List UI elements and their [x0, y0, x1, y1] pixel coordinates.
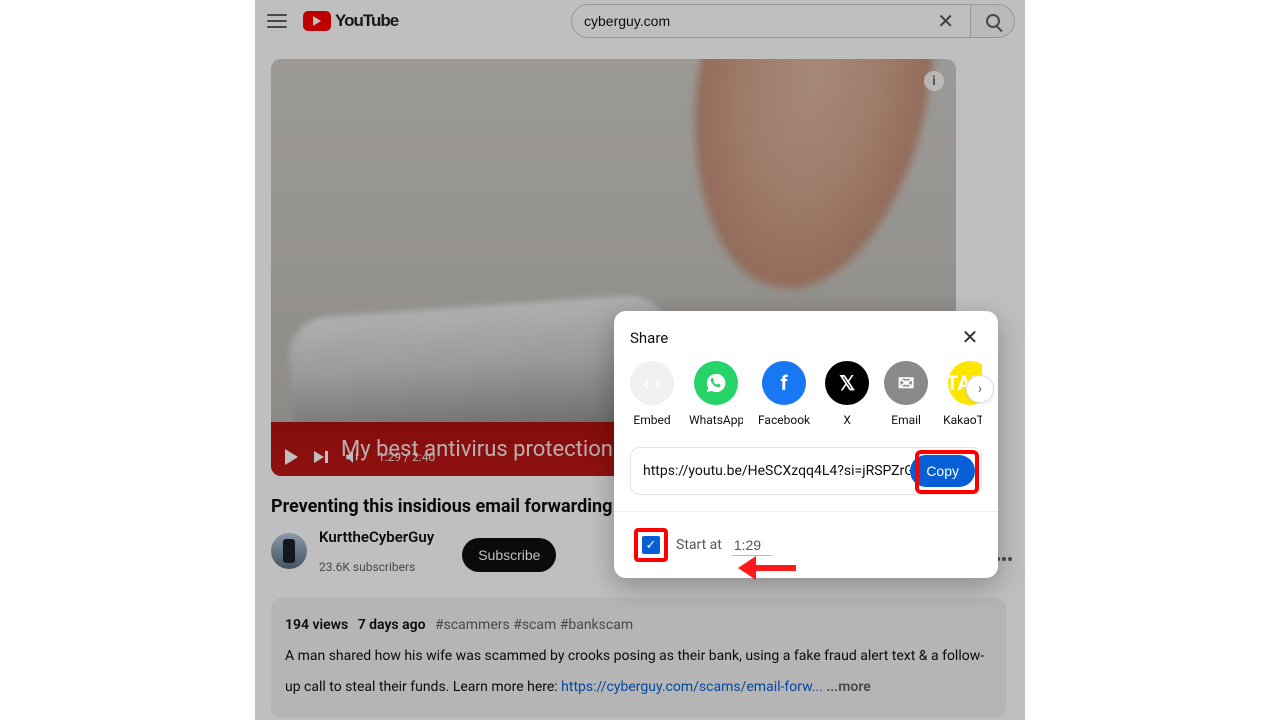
search-button[interactable] [971, 4, 1015, 38]
start-at-label: Start at [676, 537, 722, 553]
share-target-whatsapp[interactable]: WhatsApp [689, 361, 743, 427]
share-label-x: X [843, 413, 851, 427]
x-icon: 𝕏 [825, 361, 869, 405]
close-dialog-button[interactable]: ✕ [954, 321, 986, 353]
video-description[interactable]: 194 views 7 days ago #scammers #scam #ba… [271, 598, 1006, 718]
share-dialog: ✕ Share ‹ › Embed WhatsApp f Facebook 𝕏 … [614, 311, 998, 578]
info-card-icon[interactable]: i [924, 71, 944, 91]
subscribe-button[interactable]: Subscribe [462, 538, 556, 572]
channel-name[interactable]: KurttheCyberGuy [319, 528, 434, 546]
share-label-email: Email [891, 413, 921, 427]
next-icon[interactable] [314, 451, 328, 463]
search-region: ✕ [571, 4, 1015, 38]
whatsapp-icon [694, 361, 738, 405]
email-icon: ✉ [884, 361, 928, 405]
player-controls: 1:29 / 2:40 [271, 438, 449, 476]
share-label-whatsapp: WhatsApp [689, 413, 743, 427]
embed-icon: ‹ › [630, 361, 674, 405]
clear-search-icon[interactable]: ✕ [933, 9, 958, 33]
youtube-play-icon [303, 11, 331, 31]
share-label-facebook: Facebook [758, 413, 810, 427]
start-at-checkbox[interactable]: ✓ [642, 536, 660, 554]
youtube-logo[interactable]: YouTube [303, 11, 398, 31]
share-label-kakao: KakaoTalk [943, 413, 982, 427]
hashtags[interactable]: #scammers #scam #bankscam [435, 617, 633, 633]
upload-age: 7 days ago [358, 617, 426, 633]
share-target-list: ‹ › Embed WhatsApp f Facebook 𝕏 X ✉ Emai… [630, 361, 982, 433]
share-label-embed: Embed [633, 413, 670, 427]
show-more-button[interactable]: ...more [826, 679, 870, 695]
menu-icon[interactable] [265, 9, 289, 33]
share-scroll-next-button[interactable]: › [966, 375, 994, 403]
facebook-icon: f [762, 361, 806, 405]
youtube-wordmark: YouTube [335, 11, 398, 31]
divider [614, 511, 998, 512]
share-dialog-title: Share [630, 329, 982, 347]
search-box[interactable]: ✕ [571, 4, 971, 38]
share-url-text[interactable]: https://youtu.be/HeSCXzqq4L4?si=jRSPZrG_ [643, 463, 910, 479]
share-target-email[interactable]: ✉ Email [884, 361, 928, 427]
channel-avatar[interactable] [271, 533, 307, 569]
channel-row: KurttheCyberGuy 23.6K subscribers Subscr… [271, 528, 556, 574]
view-count: 194 views [285, 617, 348, 633]
copy-button[interactable]: Copy [910, 455, 975, 487]
description-link[interactable]: https://cyberguy.com/scams/email-forw... [561, 679, 823, 695]
search-input[interactable] [584, 13, 933, 29]
channel-subscriber-count: 23.6K subscribers [319, 560, 434, 574]
header-bar: YouTube ✕ [255, 0, 1025, 42]
player-timecode: 1:29 / 2:40 [378, 450, 435, 464]
start-at-row: ✓ Start at [630, 530, 982, 560]
share-target-embed[interactable]: ‹ › Embed [630, 361, 674, 427]
share-url-row: https://youtu.be/HeSCXzqq4L4?si=jRSPZrG_… [630, 447, 982, 495]
play-icon[interactable] [285, 449, 298, 465]
volume-icon[interactable] [344, 448, 362, 466]
video-frame-art [664, 59, 937, 307]
share-target-x[interactable]: 𝕏 X [825, 361, 869, 427]
share-target-facebook[interactable]: f Facebook [758, 361, 810, 427]
start-at-time-input[interactable] [732, 535, 772, 556]
magnifier-icon [986, 14, 1000, 28]
